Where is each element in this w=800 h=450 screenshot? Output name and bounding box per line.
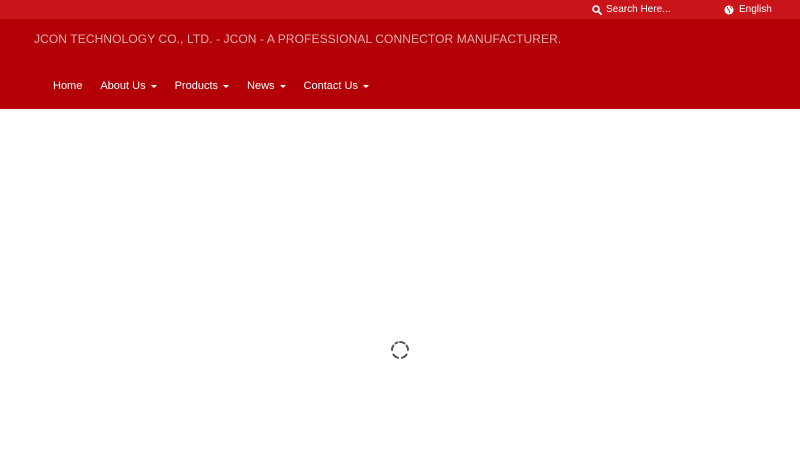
language-label[interactable]: English bbox=[739, 4, 772, 15]
top-bar: Search Here... English bbox=[0, 0, 800, 19]
nav-item-label: News bbox=[247, 80, 275, 92]
caret-down-icon bbox=[279, 85, 286, 88]
nav-item-about-us[interactable]: About Us bbox=[91, 80, 165, 92]
nav-item-label: Home bbox=[53, 80, 83, 92]
loading-spinner-icon bbox=[391, 341, 409, 359]
nav-item-contact-us[interactable]: Contact Us bbox=[295, 80, 378, 92]
site-header: JCON TECHNOLOGY CO., LTD. - JCON - A PRO… bbox=[0, 19, 800, 109]
search-placeholder[interactable]: Search Here... bbox=[606, 4, 670, 15]
search-box[interactable]: Search Here... bbox=[592, 2, 670, 17]
caret-down-icon bbox=[223, 85, 230, 88]
language-selector[interactable]: English bbox=[724, 2, 772, 17]
caret-down-icon bbox=[150, 85, 157, 88]
search-icon bbox=[592, 4, 602, 15]
caret-down-icon bbox=[362, 85, 369, 88]
nav-item-products[interactable]: Products bbox=[166, 80, 238, 92]
nav-item-home[interactable]: Home bbox=[44, 80, 91, 92]
nav-item-news[interactable]: News bbox=[238, 80, 295, 92]
site-title[interactable]: JCON TECHNOLOGY CO., LTD. - JCON - A PRO… bbox=[34, 32, 561, 46]
nav-item-label: Contact Us bbox=[303, 80, 358, 92]
nav-item-label: Products bbox=[174, 80, 219, 92]
nav-item-label: About Us bbox=[100, 80, 146, 92]
main-nav: Home About Us Products News Contact Us bbox=[44, 76, 378, 96]
globe-icon bbox=[724, 5, 734, 14]
